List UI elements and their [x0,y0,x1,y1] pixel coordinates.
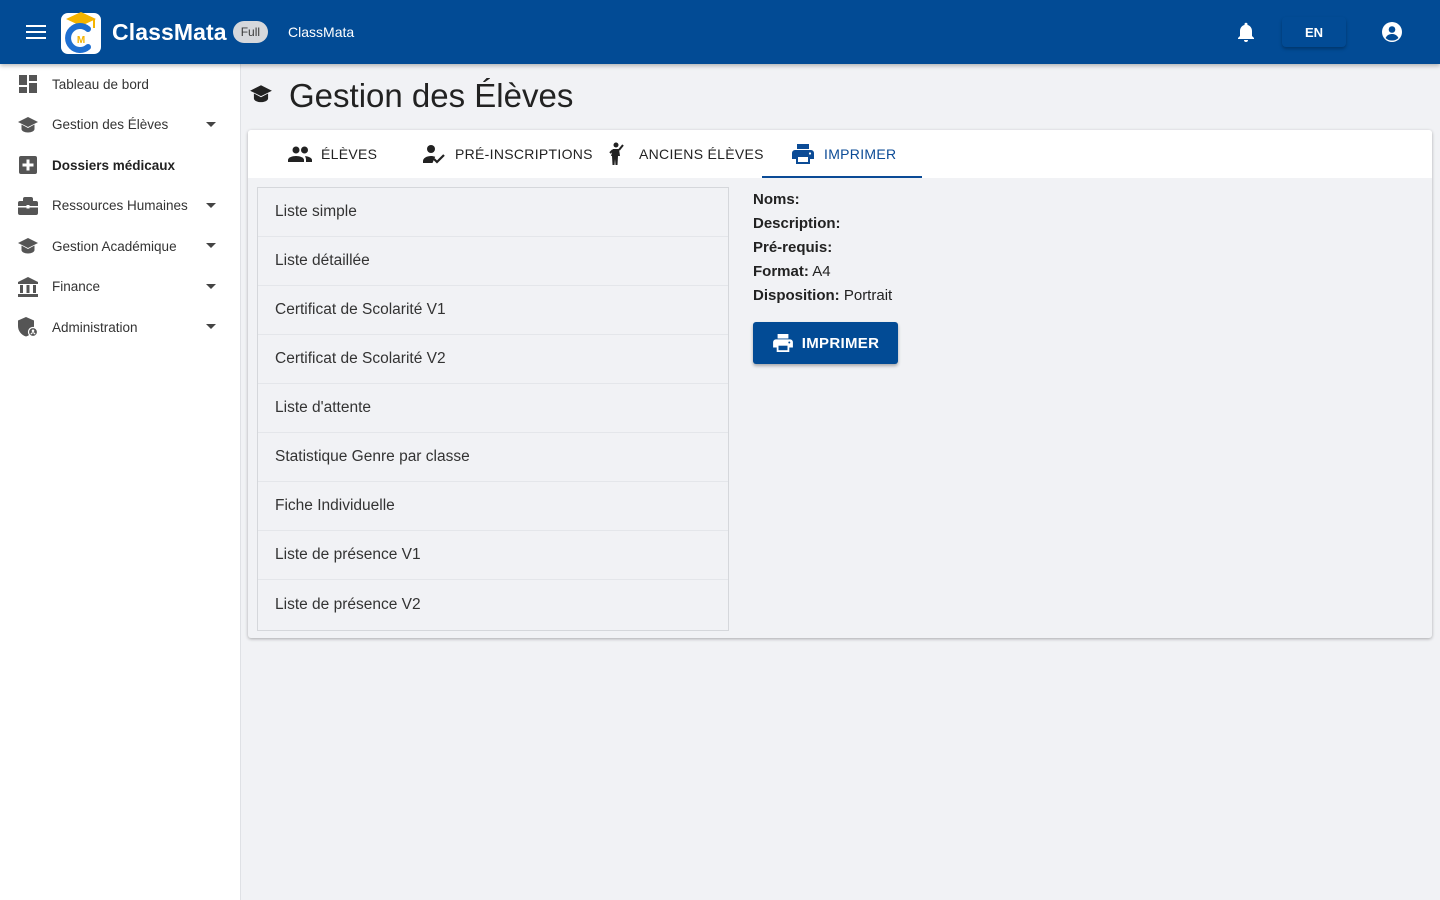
person-check-icon [422,142,446,166]
language-button[interactable]: EN [1282,17,1346,47]
list-item[interactable]: Certificat de Scolarité V1 [258,286,728,335]
medical-plus-icon [17,154,39,176]
printer-icon [772,332,794,354]
sidebar-item-students[interactable]: Gestion des Élèves [0,105,240,146]
bank-icon [17,276,39,298]
detail-label: Disposition: [753,287,840,304]
sidebar-item-label: Administration [52,319,138,335]
sidebar: Tableau de bord Gestion des Élèves Dossi… [0,64,241,900]
tab-former-students[interactable]: ANCIENS ÉLÈVES [606,130,764,178]
admin-shield-icon [17,316,39,338]
briefcase-icon [17,195,39,217]
list-item[interactable]: Certificat de Scolarité V2 [258,335,728,384]
account-circle-icon[interactable] [1372,12,1412,52]
list-item[interactable]: Liste détaillée [258,237,728,286]
detail-label: Noms: [753,191,800,208]
app-name: ClassMata [288,24,355,40]
print-button[interactable]: IMPRIMER [753,322,898,364]
top-app-bar: M ClassMata Full ClassMata EN [0,0,1440,64]
report-list: Liste simple Liste détaillée Certificat … [257,187,729,631]
tab-label: IMPRIMER [824,146,897,162]
sidebar-item-administration[interactable]: Administration [0,307,240,348]
sidebar-item-label: Gestion Académique [52,238,177,254]
list-item[interactable]: Liste d'attente [258,384,728,433]
chevron-down-icon[interactable] [206,202,216,208]
content-card: ÉLÈVES PRÉ-INSCRIPTIONS ANCIENS ÉLÈVES I… [248,130,1432,638]
sidebar-item-label: Ressources Humaines [52,198,188,214]
tab-label: PRÉ-INSCRIPTIONS [455,146,593,162]
page-title: Gestion des Élèves [289,77,574,114]
printer-icon [791,142,815,166]
classmata-logo[interactable]: M [60,9,102,55]
detail-description: Description: [753,212,892,236]
graduation-cap-icon [249,84,273,109]
detail-label: Description: [753,215,841,232]
person-wave-icon [606,142,630,166]
detail-value: A4 [812,263,831,280]
people-icon [288,142,312,166]
sidebar-item-label: Tableau de bord [52,76,149,92]
sidebar-item-label: Finance [52,279,101,295]
sidebar-item-dashboard[interactable]: Tableau de bord [0,64,240,105]
brand-name: ClassMata [112,18,227,45]
detail-prerequisites: Pré-requis: [753,236,892,260]
chevron-down-icon[interactable] [206,121,216,127]
tab-pre-registrations[interactable]: PRÉ-INSCRIPTIONS [422,130,593,178]
svg-text:M: M [77,35,85,46]
plan-badge: Full [232,21,269,43]
tab-students[interactable]: ÉLÈVES [288,130,377,178]
detail-label: Format: [753,263,809,280]
chevron-down-icon[interactable] [206,283,216,289]
tab-print[interactable]: IMPRIMER [791,130,896,178]
detail-names: Noms: [753,188,892,212]
tab-bar: ÉLÈVES PRÉ-INSCRIPTIONS ANCIENS ÉLÈVES I… [248,130,1432,178]
chevron-down-icon[interactable] [206,243,216,249]
detail-label: Pré-requis: [753,239,833,256]
list-item[interactable]: Liste de présence V1 [258,531,728,580]
list-item[interactable]: Fiche Individuelle [258,482,728,531]
list-item[interactable]: Liste simple [258,188,728,237]
bell-icon[interactable] [1226,12,1266,52]
report-details: Noms: Description: Pré-requis: Format: A… [753,188,892,308]
menu-icon[interactable] [16,12,56,52]
dashboard-icon [17,73,39,95]
school-icon [17,235,39,257]
detail-value: Portrait [843,287,893,304]
print-button-label: IMPRIMER [801,334,880,352]
detail-format: Format: A4 [753,260,892,284]
sidebar-item-label: Dossiers médicaux [52,157,176,173]
list-item[interactable]: Statistique Genre par classe [258,433,728,482]
sidebar-item-academic[interactable]: Gestion Académique [0,226,240,267]
chevron-down-icon[interactable] [206,324,216,330]
sidebar-item-medical[interactable]: Dossiers médicaux [0,145,240,186]
detail-layout: Disposition: Portrait [753,284,892,308]
sidebar-item-hr[interactable]: Ressources Humaines [0,186,240,227]
graduation-cap-icon [17,114,39,136]
list-item[interactable]: Liste de présence V2 [258,580,728,629]
page-heading: Gestion des Élèves [249,74,573,118]
active-tab-indicator [762,176,922,178]
sidebar-item-finance[interactable]: Finance [0,267,240,308]
tab-label: ÉLÈVES [321,146,378,162]
sidebar-item-label: Gestion des Élèves [52,117,169,133]
tab-label: ANCIENS ÉLÈVES [639,146,764,162]
